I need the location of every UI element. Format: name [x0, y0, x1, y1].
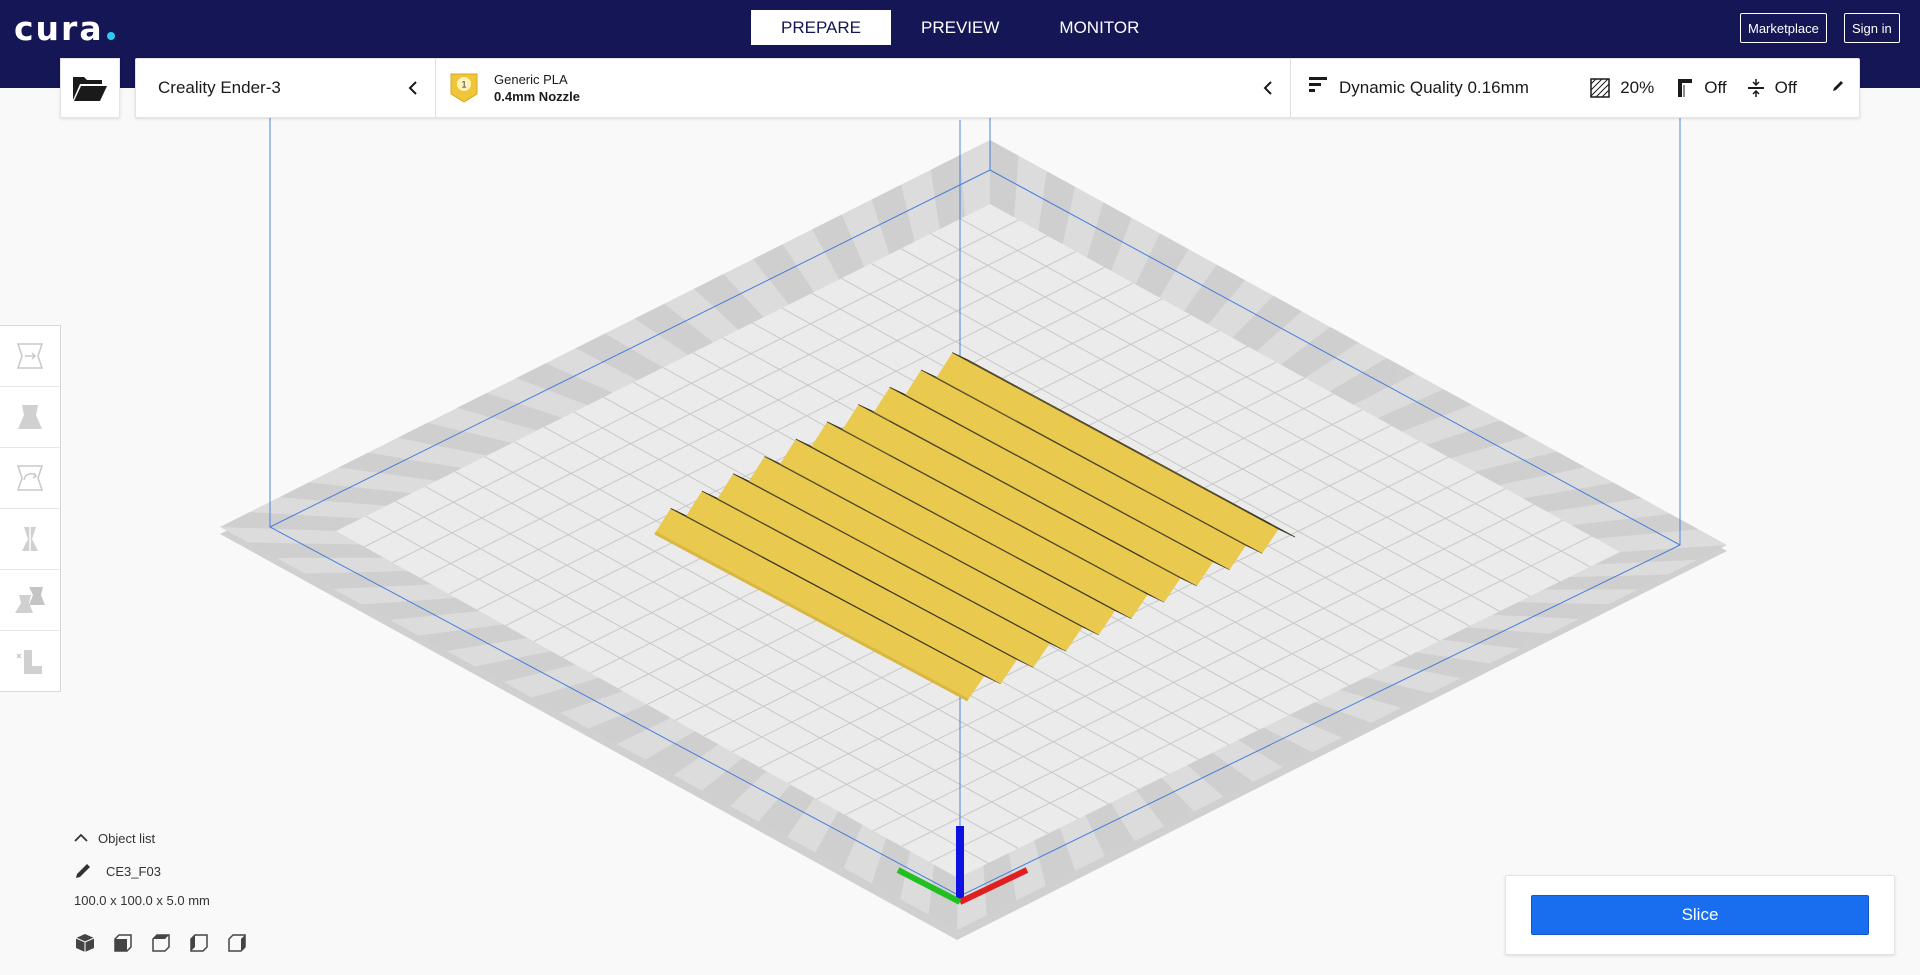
front-view-icon	[114, 934, 132, 952]
rotate-tool-icon	[16, 465, 44, 491]
right-view-icon	[228, 934, 246, 952]
view-3d-button[interactable]	[74, 932, 96, 954]
view-right-button[interactable]	[226, 932, 248, 954]
left-view-icon	[190, 934, 208, 952]
mirror-tool-button[interactable]	[0, 509, 60, 570]
sign-in-button[interactable]: Sign in	[1844, 13, 1900, 43]
infill-value: 20%	[1620, 78, 1655, 97]
pencil-icon[interactable]	[1831, 79, 1845, 98]
cura-logo: cura	[14, 9, 115, 48]
material-selector[interactable]: 1 Generic PLA 0.4mm Nozzle	[436, 59, 1291, 117]
printer-name: Creality Ender-3	[158, 78, 281, 97]
object-dimensions: 100.0 x 100.0 x 5.0 mm	[74, 893, 210, 908]
move-tool-button[interactable]	[0, 326, 60, 387]
chevron-up-icon	[74, 833, 88, 842]
print-settings-selector[interactable]: Dynamic Quality 0.16mm 20% Off Off	[1291, 59, 1859, 117]
object-list-toggle[interactable]: Object list	[74, 826, 314, 850]
mirror-tool-icon	[22, 525, 38, 553]
per-model-settings-button[interactable]	[0, 570, 60, 631]
chevron-left-icon	[1258, 78, 1278, 98]
slice-button[interactable]: Slice	[1531, 895, 1869, 935]
scale-tool-button[interactable]	[0, 387, 60, 448]
object-name: CE3_F03	[106, 863, 161, 879]
quality-profile: Dynamic Quality 0.16mm	[1339, 78, 1529, 97]
adhesion-icon	[1747, 79, 1764, 97]
folder-open-icon	[73, 77, 107, 101]
view-top-button[interactable]	[150, 932, 172, 954]
nozzle-size: 0.4mm Nozzle	[494, 89, 580, 104]
object-list-panel: Object list CE3_F03 100.0 x 100.0 x 5.0 …	[74, 826, 314, 954]
tab-preview[interactable]: PREVIEW	[891, 10, 1029, 45]
support-blocker-button[interactable]	[0, 631, 60, 692]
move-tool-icon	[16, 343, 44, 369]
support-value: Off	[1704, 78, 1727, 97]
infill-setting: 20%	[1590, 78, 1654, 98]
stage-tabs: PREPARE PREVIEW MONITOR	[751, 10, 1169, 45]
quality-bars-icon	[1309, 76, 1327, 101]
object-list-item[interactable]: CE3_F03	[74, 862, 314, 880]
machine-settings-bar: Creality Ender-3 1 Generic PLA 0.4mm Noz…	[135, 58, 1860, 118]
marketplace-button[interactable]: Marketplace	[1740, 13, 1827, 43]
per-model-settings-icon	[15, 587, 45, 613]
adhesion-value: Off	[1774, 78, 1797, 97]
support-icon	[1678, 79, 1693, 97]
open-file-button[interactable]	[60, 58, 120, 118]
support-setting: Off	[1674, 77, 1727, 99]
chevron-left-icon	[403, 78, 423, 98]
infill-icon	[1590, 78, 1610, 98]
material-name: Generic PLA	[494, 72, 568, 87]
extruder-number: 1	[461, 80, 466, 90]
border-band	[990, 140, 1019, 218]
extruder-icon: 1	[450, 73, 478, 103]
pencil-icon	[76, 864, 90, 878]
camera-view-buttons	[74, 932, 314, 954]
logo-dot	[106, 32, 115, 40]
adhesion-setting: Off	[1747, 78, 1797, 98]
top-view-icon	[152, 934, 170, 952]
tool-panel	[0, 325, 61, 692]
view-left-button[interactable]	[188, 932, 210, 954]
view-front-button[interactable]	[112, 932, 134, 954]
printer-selector[interactable]: Creality Ender-3	[136, 59, 436, 117]
support-blocker-icon	[16, 649, 42, 674]
logo-text: cura	[14, 9, 104, 48]
object-list-label: Object list	[98, 830, 156, 846]
tab-monitor[interactable]: MONITOR	[1029, 10, 1169, 45]
rotate-tool-button[interactable]	[0, 448, 60, 509]
3d-view-icon	[75, 934, 95, 952]
tab-prepare[interactable]: PREPARE	[751, 10, 891, 45]
action-panel: Slice	[1505, 875, 1895, 955]
scale-tool-icon	[18, 405, 42, 429]
